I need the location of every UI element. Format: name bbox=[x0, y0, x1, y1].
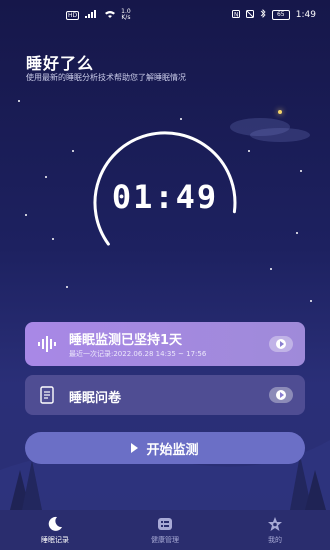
tab-sleep-record[interactable]: 睡眠记录 bbox=[0, 510, 110, 550]
page-title: 睡好了么 bbox=[26, 54, 95, 73]
survey-play-button[interactable] bbox=[269, 387, 293, 403]
battery-icon: 65 bbox=[271, 10, 290, 20]
mute-icon bbox=[245, 9, 254, 21]
sleep-timer: 01:49 bbox=[111, 178, 219, 216]
page-subtitle: 使用最新的睡眠分析技术帮助您了解睡眠情况 bbox=[26, 73, 186, 82]
play-icon bbox=[276, 390, 286, 400]
list-icon bbox=[157, 516, 173, 532]
network-label: HD bbox=[66, 10, 80, 20]
document-icon bbox=[37, 385, 57, 405]
moon-glow-icon bbox=[278, 110, 282, 114]
soundwave-icon bbox=[37, 334, 57, 354]
play-icon bbox=[131, 443, 139, 453]
network-speed: 1.0 K/s bbox=[121, 9, 131, 21]
tab-label: 我的 bbox=[268, 535, 282, 544]
moon-icon bbox=[47, 516, 63, 532]
svg-text:N: N bbox=[234, 11, 239, 18]
person-icon bbox=[267, 516, 283, 532]
tab-label: 睡眠记录 bbox=[41, 535, 69, 544]
start-monitoring-label: 开始监测 bbox=[146, 442, 199, 458]
signal-icon bbox=[85, 10, 99, 20]
nfc-icon: N bbox=[231, 9, 240, 21]
status-time: 1:49 bbox=[295, 10, 316, 20]
survey-card-title: 睡眠问卷 bbox=[69, 391, 122, 406]
sleep-record-card[interactable]: 睡眠监测已坚持1天 最近一次记录:2022.06.28 14:35 ~ 17:5… bbox=[25, 322, 305, 366]
wifi-icon bbox=[105, 10, 116, 20]
speed-unit: K/s bbox=[121, 14, 131, 21]
tab-label: 健康管理 bbox=[151, 535, 179, 544]
bluetooth-icon bbox=[260, 9, 266, 21]
bottom-tab-bar: 睡眠记录 健康管理 我的 bbox=[0, 510, 330, 550]
record-play-button[interactable] bbox=[269, 336, 293, 352]
record-card-subtitle: 最近一次记录:2022.06.28 14:35 ~ 17:56 bbox=[69, 350, 207, 358]
tab-my[interactable]: 我的 bbox=[220, 510, 330, 550]
play-icon bbox=[276, 339, 286, 349]
sleep-survey-card[interactable]: 睡眠问卷 bbox=[25, 375, 305, 415]
status-bar: HD 1.0 K/s N 65 1:49 bbox=[0, 0, 330, 30]
record-card-title: 睡眠监测已坚持1天 bbox=[69, 333, 183, 348]
start-monitoring-button[interactable]: 开始监测 bbox=[25, 432, 305, 464]
tab-health-management[interactable]: 健康管理 bbox=[110, 510, 220, 550]
